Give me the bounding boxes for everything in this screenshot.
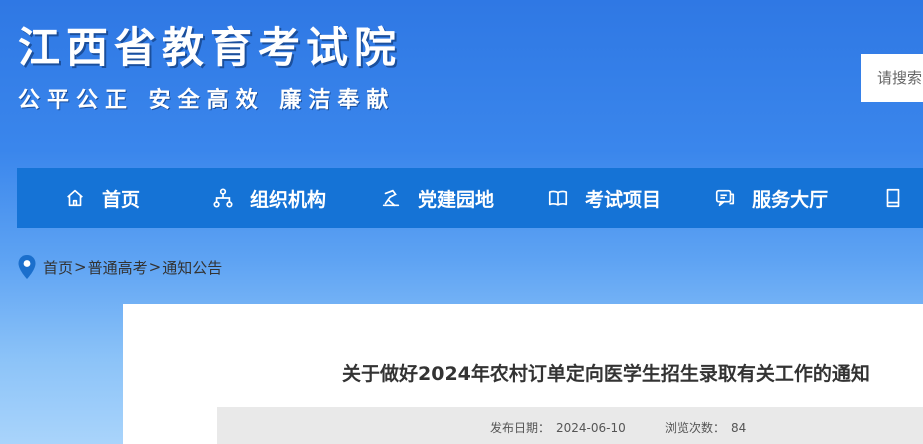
service-icon <box>714 187 736 209</box>
nav-item-more[interactable] <box>882 168 920 228</box>
nav-item-exams[interactable]: 考试项目 <box>547 168 661 228</box>
publish-date-value: 2024-06-10 <box>556 421 626 435</box>
nav-item-label: 组织机构 <box>250 188 327 211</box>
breadcrumb: 首页 > 普通高考 > 通知公告 <box>17 254 222 280</box>
article-meta: 发布日期： 2024-06-10 浏览次数： 84 <box>217 407 923 444</box>
party-icon <box>380 187 402 209</box>
publish-date: 发布日期： 2024-06-10 <box>490 419 626 436</box>
article-title: 关于做好2024年农村订单定向医学生招生录取有关工作的通知 <box>342 363 870 385</box>
site-slogan: 公平公正 安全高效 廉洁奉献 <box>18 88 396 113</box>
nav-item-organization[interactable]: 组织机构 <box>212 168 326 228</box>
main-nav: 首页 组织机构 党建园地 考试项目 服务大厅 <box>17 168 923 228</box>
breadcrumb-home-link[interactable]: 首页 <box>43 257 73 278</box>
search-input[interactable] <box>861 54 923 102</box>
breadcrumb-gaokao-link[interactable]: 普通高考 <box>88 257 148 278</box>
org-chart-icon <box>212 187 234 209</box>
home-icon <box>64 187 86 209</box>
nav-item-services[interactable]: 服务大厅 <box>714 168 828 228</box>
view-count: 浏览次数： 84 <box>665 419 746 436</box>
view-count-label: 浏览次数： <box>665 421 726 435</box>
nav-item-party[interactable]: 党建园地 <box>380 168 494 228</box>
breadcrumb-separator: > <box>74 258 87 276</box>
breadcrumb-notices-link[interactable]: 通知公告 <box>162 257 222 278</box>
nav-item-label: 首页 <box>102 188 141 211</box>
nav-item-label: 考试项目 <box>585 188 662 211</box>
site-header: 江西省教育考试院 公平公正 安全高效 廉洁奉献 <box>0 0 923 168</box>
breadcrumb-separator: > <box>148 258 162 276</box>
document-icon <box>882 187 904 209</box>
nav-item-home[interactable]: 首页 <box>64 168 140 228</box>
publish-date-label: 发布日期： <box>490 421 551 435</box>
nav-item-label: 党建园地 <box>418 188 495 211</box>
view-count-value: 84 <box>731 421 747 435</box>
nav-item-label: 服务大厅 <box>752 188 829 211</box>
book-icon <box>547 187 569 209</box>
article-panel: 关于做好2024年农村订单定向医学生招生录取有关工作的通知 发布日期： 2024-… <box>123 304 923 444</box>
location-pin-icon <box>18 255 36 279</box>
site-title[interactable]: 江西省教育考试院 <box>18 14 402 75</box>
